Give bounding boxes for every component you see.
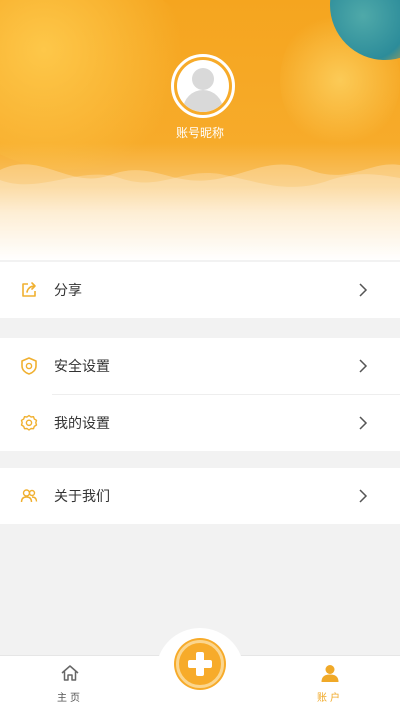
chevron-right-icon	[359, 489, 368, 503]
tab-label-home: 主页	[57, 693, 83, 704]
menu-label-about: 关于我们	[54, 488, 110, 504]
profile-header: 账号昵称	[0, 0, 400, 260]
chevron-right-icon	[359, 416, 368, 430]
menu-item-share[interactable]: 分享	[0, 262, 400, 318]
share-card: 分享	[0, 262, 400, 318]
menu-label-my-settings: 我的设置	[54, 415, 110, 431]
add-button[interactable]	[176, 640, 224, 688]
tab-home[interactable]: 主页	[50, 664, 90, 704]
tab-account[interactable]: 账户	[310, 664, 350, 704]
person-icon	[321, 665, 339, 682]
share-icon	[22, 282, 36, 297]
chevron-right-icon	[359, 359, 368, 373]
shield-icon	[21, 357, 37, 375]
gear-icon	[20, 414, 38, 431]
tab-label-account: 账户	[317, 693, 343, 704]
nickname-label[interactable]: 账号昵称	[0, 124, 400, 141]
chevron-right-icon	[359, 283, 368, 297]
users-icon	[20, 489, 38, 503]
menu-item-security[interactable]: 安全设置	[0, 338, 400, 394]
settings-card: 安全设置 我的设置	[0, 338, 400, 451]
about-card: 关于我们	[0, 468, 400, 524]
menu-item-about[interactable]: 关于我们	[0, 468, 400, 524]
header-wave	[0, 164, 400, 260]
menu-item-my-settings[interactable]: 我的设置	[0, 395, 400, 451]
avatar[interactable]	[171, 54, 235, 118]
home-icon	[61, 665, 79, 681]
menu-label-share: 分享	[54, 282, 82, 298]
menu-label-security: 安全设置	[54, 358, 110, 374]
